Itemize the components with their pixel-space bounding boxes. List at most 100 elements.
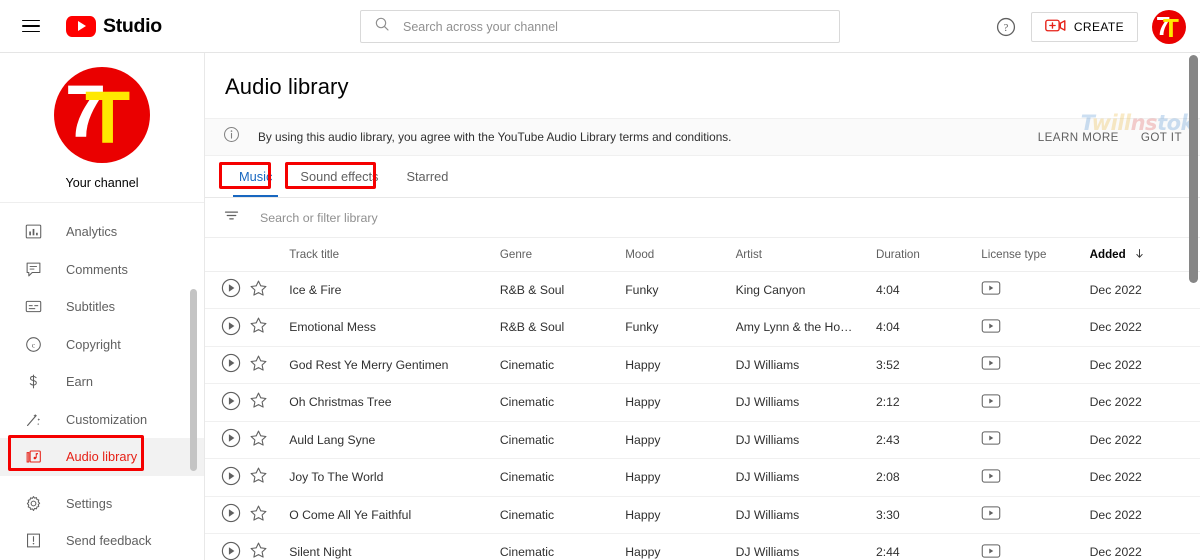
table-header-row: Track title Genre Mood Artist Duration L… [205, 238, 1200, 271]
channel-avatar[interactable]: 7 T [54, 67, 150, 163]
cell-genre: Cinematic [499, 346, 626, 384]
col-added-label: Added [1089, 247, 1126, 261]
col-play [205, 238, 249, 271]
cell-genre: R&B & Soul [499, 271, 626, 309]
star-track-button[interactable] [249, 346, 290, 384]
filter-icon[interactable] [223, 207, 240, 229]
sidebar-item-send-feedback[interactable]: Send feedback [0, 522, 204, 560]
play-track-button[interactable] [205, 533, 250, 560]
cell-artist: DJ Williams [735, 383, 876, 422]
sidebar-item-subtitles[interactable]: Subtitles [0, 288, 204, 326]
play-track-button[interactable] [205, 271, 250, 309]
cell-duration: 3:52 [875, 346, 982, 384]
sidebar-item-label: Earn [66, 374, 94, 390]
search-bar[interactable] [360, 10, 840, 43]
cell-license-type[interactable] [981, 271, 1090, 309]
cell-genre: R&B & Soul [499, 308, 626, 347]
cell-mood: Happy [625, 346, 736, 384]
star-track-button[interactable] [249, 496, 290, 534]
cell-license-type[interactable] [981, 421, 1090, 459]
play-track-button[interactable] [205, 421, 250, 459]
tab-music[interactable]: Music [225, 155, 286, 197]
play-track-button[interactable] [205, 308, 250, 347]
play-track-button[interactable] [205, 458, 250, 497]
play-track-button[interactable] [205, 496, 250, 534]
col-duration[interactable]: Duration [876, 238, 981, 271]
sidebar-item-label: Subtitles [66, 299, 116, 315]
brand-label: Studio [103, 14, 162, 37]
table-row[interactable]: Emotional Mess R&B & Soul Funky Amy Lynn & … [205, 308, 1200, 347]
magic-wand-icon [22, 408, 44, 430]
star-track-button[interactable] [249, 533, 290, 560]
tab-sound-effects[interactable]: Sound effects [286, 155, 392, 197]
cell-license-type[interactable] [981, 496, 1090, 534]
cell-license-type[interactable] [981, 533, 1090, 560]
sidebar-item-label: Send feedback [66, 533, 152, 549]
play-track-button[interactable] [205, 346, 250, 384]
cell-license-type[interactable] [981, 308, 1090, 347]
table-row[interactable]: O Come All Ye Faithful Cinematic Happy DJ W… [205, 496, 1200, 534]
cell-artist: DJ Williams [735, 421, 876, 459]
sidebar-item-comments[interactable]: Comments [0, 251, 204, 289]
youtube-studio-window: Studio ? CREATE [0, 0, 1200, 560]
sidebar-nav: Analytics Comments Subtitles c Copyright [0, 203, 204, 560]
table-row[interactable]: Auld Lang Syne Cinematic Happy DJ Williams 2… [205, 421, 1200, 459]
col-track-title[interactable]: Track title [289, 238, 500, 271]
top-bar: Studio ? CREATE [0, 0, 1200, 53]
star-track-button[interactable] [249, 421, 290, 459]
table-row[interactable]: God Rest Ye Merry Gentimen Cinematic Happy… [205, 346, 1200, 384]
star-track-button[interactable] [249, 308, 290, 347]
cell-license-type[interactable] [981, 383, 1090, 422]
table-row[interactable]: Oh Christmas Tree Cinematic Happy DJ Willia… [205, 383, 1200, 422]
hamburger-menu-icon[interactable] [22, 14, 46, 38]
account-avatar[interactable]: 7 T [1152, 9, 1186, 44]
sidebar-item-label: Settings [66, 495, 113, 511]
tab-starred[interactable]: Starred [392, 155, 462, 197]
cell-artist: DJ Williams [735, 346, 876, 384]
star-track-button[interactable] [249, 271, 290, 309]
star-track-button[interactable] [249, 383, 290, 422]
help-circle-icon[interactable]: ? [995, 16, 1017, 38]
search-input[interactable] [403, 11, 803, 42]
cell-duration: 2:44 [875, 533, 982, 560]
cell-genre: Cinematic [499, 496, 626, 534]
col-artist[interactable]: Artist [736, 238, 876, 271]
col-genre[interactable]: Genre [500, 238, 625, 271]
sidebar-item-label: Customization [66, 411, 148, 427]
tracks-table-header: Track title Genre Mood Artist Duration L… [205, 238, 1200, 271]
cell-artist: Amy Lynn & the Ho… [735, 308, 876, 347]
cell-license-type[interactable] [981, 346, 1090, 384]
table-row[interactable]: Joy To The World Cinematic Happy DJ William… [205, 458, 1200, 497]
cell-track-title: God Rest Ye Merry Gentimen [289, 346, 500, 384]
cell-license-type[interactable] [981, 458, 1090, 497]
watermark-part: will [1091, 111, 1132, 135]
col-added[interactable]: Added [1090, 238, 1200, 271]
cell-added: Dec 2022 [1089, 383, 1200, 422]
gear-icon [22, 492, 44, 514]
sidebar-item-analytics[interactable]: Analytics [0, 213, 204, 251]
filter-input[interactable] [258, 209, 678, 226]
sidebar-item-settings[interactable]: Settings [0, 485, 204, 523]
cell-added: Dec 2022 [1089, 496, 1200, 534]
sidebar-scrollbar[interactable] [190, 289, 197, 471]
sidebar-item-earn[interactable]: Earn [0, 363, 204, 401]
create-button-label: CREATE [1073, 19, 1124, 34]
audio-note-icon [22, 446, 44, 468]
sidebar-item-copyright[interactable]: c Copyright [0, 326, 204, 364]
library-tabs: Music Sound effects Starred [205, 156, 1200, 198]
create-button[interactable]: CREATE [1030, 11, 1138, 42]
channel-name-label: Your channel [65, 176, 139, 190]
sidebar-item-label: Comments [66, 261, 128, 277]
sidebar-item-audio-library[interactable]: Audio library [0, 438, 204, 476]
sidebar-item-customization[interactable]: Customization [0, 401, 204, 439]
star-track-button[interactable] [249, 458, 290, 497]
col-mood[interactable]: Mood [625, 238, 735, 271]
table-row[interactable]: Silent Night Cinematic Happy DJ Williams 2:4… [205, 533, 1200, 560]
terms-notice-text: By using this audio library, you agree w… [258, 130, 732, 144]
terms-notice-banner: By using this audio library, you agree w… [205, 118, 1200, 156]
main-scrollbar[interactable] [1189, 55, 1198, 283]
play-track-button[interactable] [205, 383, 250, 422]
studio-brand[interactable]: Studio [66, 15, 162, 38]
table-row[interactable]: Ice & Fire R&B & Soul Funky King Canyon 4:04… [205, 271, 1200, 309]
col-license-type[interactable]: License type [981, 238, 1089, 271]
